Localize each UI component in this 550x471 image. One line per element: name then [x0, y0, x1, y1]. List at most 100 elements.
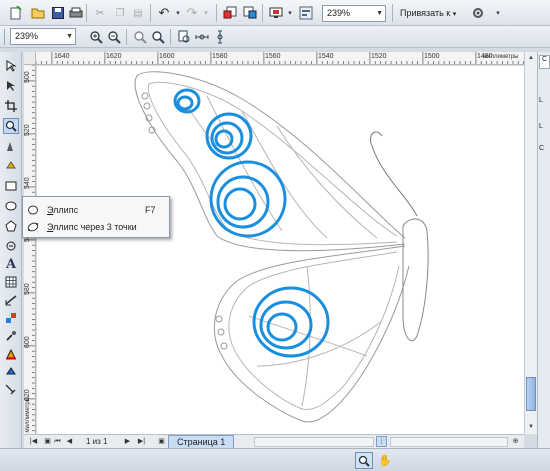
scroll-down-icon[interactable]: ▼: [526, 422, 536, 432]
welcome-screen-icon[interactable]: [298, 5, 314, 21]
ellipse-label: ллипс: [53, 205, 79, 215]
launcher-dropdown-icon[interactable]: ▾: [282, 5, 298, 21]
eyedropper-tool-icon[interactable]: [3, 328, 19, 344]
print-icon[interactable]: [68, 5, 84, 21]
smart-fill-tool-icon[interactable]: [3, 158, 19, 174]
h-ruler-label: 1640: [54, 53, 70, 60]
zoom-tool-icon[interactable]: [3, 118, 19, 134]
flyout-item-ellipse[interactable]: Эллипс F7: [23, 202, 169, 219]
standard-toolbar: ✂ ❐ ▤ ↶ ▾ ↷ ▾ ▾ 239% ▼ Привязать к ▾ ▾: [0, 0, 550, 26]
ruler-corner[interactable]: [24, 52, 36, 65]
docker-tab[interactable]: С: [539, 55, 550, 69]
copy-icon[interactable]: ❐: [112, 5, 128, 21]
polygon-tool-icon[interactable]: [3, 218, 19, 234]
v-ruler-unit-label: миллиметры: [25, 396, 31, 433]
export-icon[interactable]: [242, 5, 258, 21]
open-folder-icon[interactable]: [30, 5, 46, 21]
ellipse-shape: [223, 187, 257, 221]
ellipse-tool-icon[interactable]: [3, 198, 19, 214]
zoom-out-icon[interactable]: [106, 29, 122, 45]
toolbar-divider: [170, 29, 171, 45]
rectangle-tool-icon[interactable]: [3, 178, 19, 194]
save-icon[interactable]: [50, 5, 66, 21]
page-count: 1 из 1: [86, 437, 108, 446]
options-icon[interactable]: [470, 5, 486, 21]
dimension-tool-icon[interactable]: [3, 292, 19, 308]
toolbar-divider: [392, 4, 393, 22]
interactive-fill-tool-icon[interactable]: [3, 382, 19, 398]
chevron-down-icon: ▼: [376, 10, 383, 17]
zoom-to-selected-icon[interactable]: [132, 29, 148, 45]
docker-label: L: [539, 97, 543, 104]
grip-handle: [4, 29, 5, 45]
zoom-levels-value: 239%: [327, 8, 351, 18]
vertical-scroll-thumb[interactable]: [526, 377, 536, 411]
shape-tool-icon[interactable]: [3, 78, 19, 94]
freehand-tool-icon[interactable]: [3, 138, 19, 154]
add-page-after-icon[interactable]: ▣: [156, 436, 167, 447]
outline-tool-icon[interactable]: [3, 346, 19, 362]
toolbar-divider: [126, 29, 127, 45]
docker-label: L: [539, 123, 543, 130]
zoom-to-page-height-icon[interactable]: [212, 29, 228, 45]
toolbar-overflow-icon[interactable]: ▾: [490, 5, 506, 21]
horizontal-ruler[interactable]: 1640 1620 1600 1580 1560 1540 1520 1500 …: [36, 52, 524, 65]
import-icon[interactable]: [222, 5, 238, 21]
zoom-levels-combo-2[interactable]: 239% ▼: [10, 28, 76, 45]
snap-to-label: Привязать к: [400, 8, 451, 18]
table-tool-icon[interactable]: [3, 274, 19, 290]
page-tab[interactable]: Страница 1: [168, 435, 235, 449]
crop-tool-icon[interactable]: [3, 98, 19, 114]
chevron-down-icon: ▾: [452, 11, 457, 18]
butterfly-drawing[interactable]: [37, 66, 524, 434]
zoom-to-page-icon[interactable]: [176, 29, 192, 45]
h-ruler-label: 1500: [424, 53, 440, 60]
ellipse-shape: [176, 95, 194, 111]
drawing-canvas[interactable]: [37, 66, 524, 434]
text-tool-icon[interactable]: A: [3, 256, 19, 272]
last-page-icon[interactable]: ▶|: [136, 436, 147, 447]
property-bar: 239% ▼: [0, 26, 550, 48]
new-document-icon[interactable]: [8, 5, 24, 21]
pick-tool-icon[interactable]: [3, 58, 19, 74]
next-page-icon[interactable]: ▶: [122, 436, 133, 447]
vertical-scrollbar[interactable]: ▲ ▼: [524, 52, 537, 434]
h-ruler-label: 1540: [318, 53, 334, 60]
paste-icon[interactable]: ▤: [130, 5, 146, 21]
ellipse-icon: [28, 205, 38, 215]
h-ruler-label: 1600: [159, 53, 175, 60]
toolbar-divider: [262, 4, 263, 22]
ellipse-shortcut: F7: [145, 205, 156, 215]
zoom-in-icon[interactable]: [88, 29, 104, 45]
flyout-item-3-point-ellipse[interactable]: Эллипс через 3 точки: [23, 219, 169, 236]
cut-icon[interactable]: ✂: [92, 5, 108, 21]
interactive-blend-tool-icon[interactable]: [3, 310, 19, 326]
scroll-up-icon[interactable]: ▲: [526, 53, 536, 63]
ellipse-shape: [214, 129, 234, 149]
status-bar: ✋: [0, 448, 550, 471]
horizontal-scroll-thumb[interactable]: ⁞: [376, 436, 387, 447]
first-page-button-icon[interactable]: ⏮: [52, 436, 63, 447]
horizontal-scrollbar[interactable]: [254, 437, 374, 447]
redo-dropdown-icon[interactable]: ▾: [198, 5, 214, 21]
v-ruler-label: 520: [24, 124, 31, 136]
status-zoom-icon[interactable]: [355, 452, 373, 469]
first-page-icon[interactable]: |◀: [28, 436, 39, 447]
previous-page-icon[interactable]: ◀: [64, 436, 75, 447]
v-ruler-unit-box: миллиметры: [24, 378, 36, 434]
zoom-levels-combo[interactable]: 239% ▼: [322, 5, 386, 22]
zoom-to-all-objects-icon[interactable]: [150, 29, 166, 45]
blue-ellipses[interactable]: [173, 88, 330, 358]
v-ruler-label: 600: [24, 336, 31, 348]
zoom-to-page-width-icon[interactable]: [194, 29, 210, 45]
hand-pan-icon[interactable]: ✋: [377, 452, 393, 469]
snap-to-button[interactable]: Привязать к ▾: [400, 5, 456, 23]
toolbar-divider: [216, 4, 217, 22]
three-point-ellipse-icon: [27, 222, 39, 232]
navigator-icon[interactable]: ⊕: [510, 436, 521, 447]
h-ruler-label: 1620: [106, 53, 122, 60]
horizontal-scrollbar-right[interactable]: [390, 437, 508, 447]
fill-tool-icon[interactable]: [3, 364, 19, 380]
ellipse-shape: [209, 160, 287, 238]
basic-shapes-tool-icon[interactable]: [3, 238, 19, 254]
